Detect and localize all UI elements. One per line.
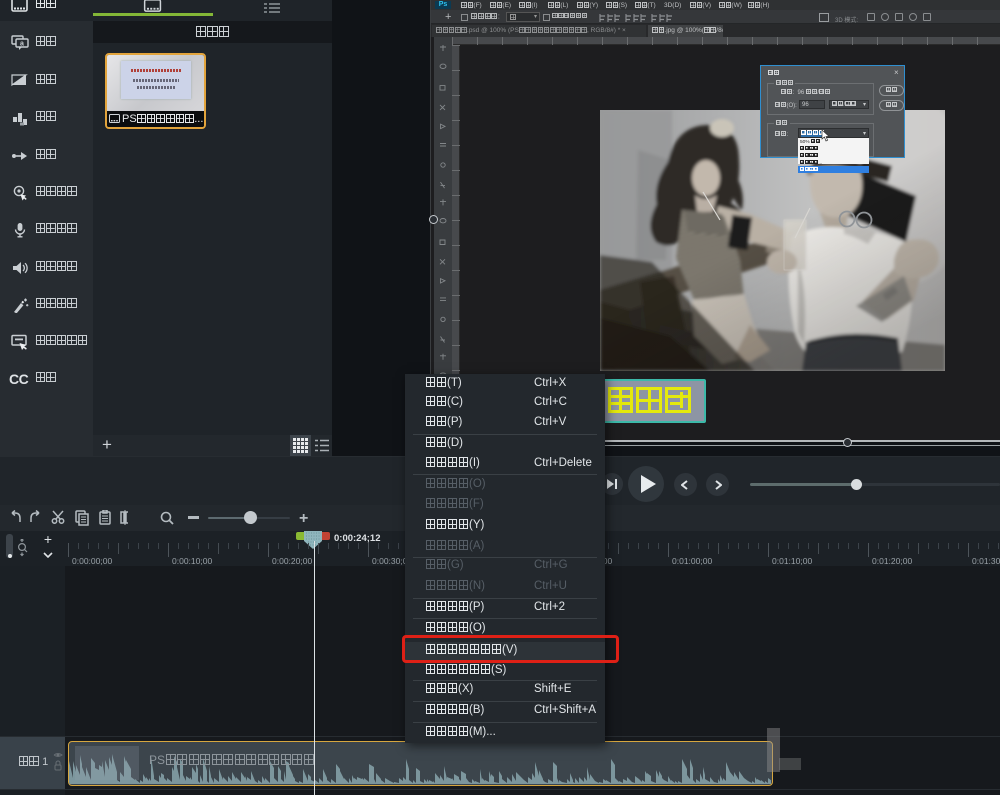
svg-text:a: a [20, 41, 24, 48]
